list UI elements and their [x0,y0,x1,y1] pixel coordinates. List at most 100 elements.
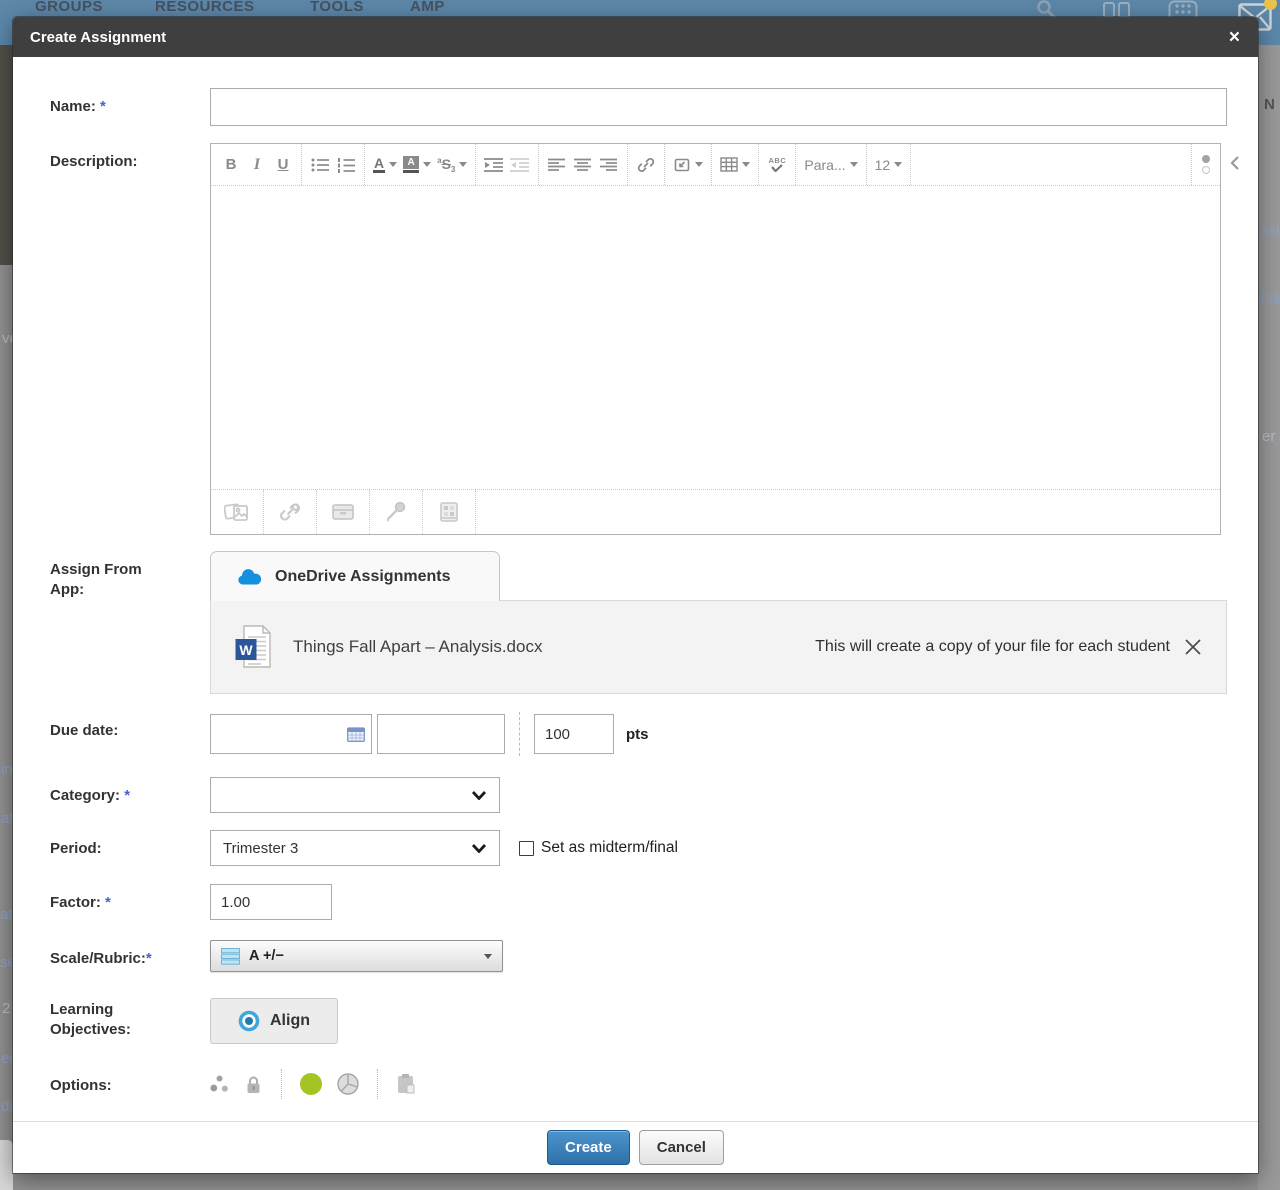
background-color-glyph: A [403,156,419,173]
sub-glyph: 3 [451,165,455,174]
period-label: Period: [50,830,210,866]
individually-assign-icon [210,1075,229,1093]
due-time-input[interactable] [377,714,505,754]
create-assignment-modal: Create Assignment × Name: * Description: [13,17,1258,1173]
record-audio-button[interactable] [370,490,423,534]
background-color-button[interactable]: A [400,149,434,181]
file-copy-note: This will create a copy of your file for… [815,638,1170,656]
grade-statistics-button[interactable] [337,1073,359,1095]
period-select[interactable]: Trimester 3 [210,830,500,866]
underline-button[interactable]: U [270,149,296,181]
scale-rubric-value: A +/− [249,948,284,964]
outdent-button[interactable] [507,149,533,181]
paragraph-format-dropdown[interactable]: Para... [801,149,860,181]
attach-file-icon [224,501,250,523]
editor-collapse-button[interactable] [1230,155,1240,176]
description-label: Description: [50,143,210,535]
description-row: Description: B I U [50,143,1240,535]
remove-file-button[interactable] [1184,638,1202,656]
name-label-text: Name: [50,98,96,115]
insert-content-button[interactable] [670,149,706,181]
bulleted-list-icon [311,157,330,173]
individually-assign-button[interactable] [210,1075,229,1093]
nav-item-groups[interactable]: GROUPS [35,0,103,15]
bg-fragment: ssi [1261,222,1279,239]
create-button[interactable]: Create [547,1130,630,1165]
insert-table-button[interactable] [717,149,753,181]
italic-button[interactable]: I [244,149,270,181]
bold-button[interactable]: B [218,149,244,181]
bg-color-bar [403,170,419,173]
category-label: Category: * [50,777,210,813]
category-row: Category: * [50,777,1240,813]
attach-link-button[interactable] [264,490,317,534]
cancel-button[interactable]: Cancel [639,1130,724,1165]
align-objectives-button[interactable]: Align [210,998,338,1044]
bg-fragment: his [1261,290,1280,307]
background-card-corner [0,1140,13,1190]
bulleted-list-button[interactable] [307,149,333,181]
align-center-icon [574,158,592,172]
midterm-checkbox-group: Set as midterm/final [519,839,678,857]
background-right-strip [1258,45,1280,1190]
lo-label-line1: Learning [50,1001,113,1018]
factor-label: Factor: * [50,884,210,920]
align-center-button[interactable] [570,149,596,181]
numbered-list-button[interactable] [333,149,359,181]
divider [519,712,520,756]
name-input[interactable] [210,88,1227,126]
onedrive-assignments-tab[interactable]: OneDrive Assignments [210,551,500,601]
spell-check-button[interactable]: ABC [764,149,790,181]
underline-glyph: U [278,156,289,173]
modal-close-button[interactable]: × [1229,28,1240,47]
name-label: Name: * [50,88,210,126]
midterm-checkbox-label: Set as midterm/final [541,839,678,857]
copy-settings-button[interactable] [396,1073,416,1095]
indent-button[interactable] [481,149,507,181]
category-select[interactable] [210,777,500,813]
chevron-down-icon [459,162,467,167]
midterm-checkbox[interactable] [519,841,534,856]
chevron-down-icon [695,162,703,167]
link-icon [637,156,655,174]
editor-toolbar: B I U [211,144,1220,186]
calendar-button[interactable] [347,726,365,747]
nav-item-tools[interactable]: TOOLS [310,0,364,15]
font-size-dropdown[interactable]: 12 [872,149,906,181]
modal-title: Create Assignment [30,29,166,46]
nav-item-resources[interactable]: RESOURCES [155,0,255,15]
background-photo-strip [0,45,13,265]
onedrive-tab-label: OneDrive Assignments [275,568,450,586]
required-asterisk: * [146,950,152,967]
bg-fragment: in [1,761,13,778]
grading-scale-icon [221,948,240,965]
scale-rubric-dropdown[interactable]: A +/− [210,940,503,972]
bg-fragment: at [1,810,14,827]
due-date-row: Due date: pts [50,712,1240,756]
required-asterisk: * [105,894,111,911]
notification-badge [1264,0,1277,10]
points-input[interactable] [534,714,614,754]
numbered-list-icon [337,157,356,173]
close-icon [1184,638,1202,656]
subscript-superscript-button[interactable]: aS3 [434,149,470,181]
description-textarea[interactable] [211,186,1220,489]
chevron-down-icon [894,162,902,167]
align-right-button[interactable] [596,149,622,181]
assign-from-app-label: Assign From App: [50,551,210,694]
grading-enabled-toggle[interactable] [300,1073,322,1095]
attach-embed-button[interactable] [423,490,476,534]
attach-file-button[interactable] [211,490,264,534]
divider [377,1069,378,1099]
nav-item-amp[interactable]: AMP [410,0,445,15]
insert-link-button[interactable] [633,149,659,181]
lock-button[interactable] [244,1075,263,1094]
text-color-button[interactable]: A [370,149,400,181]
attach-resource-button[interactable] [317,490,370,534]
assigned-file-panel: W Things Fall Apart – Analysis.docx This… [210,600,1227,694]
factor-input[interactable] [210,884,332,920]
align-left-button[interactable] [544,149,570,181]
toolbar-pager[interactable] [1202,155,1210,174]
scale-rubric-label: Scale/Rubric:* [50,940,210,972]
page: GROUPS RESOURCES TOOLS AMP ve in at ati … [0,0,1280,1190]
